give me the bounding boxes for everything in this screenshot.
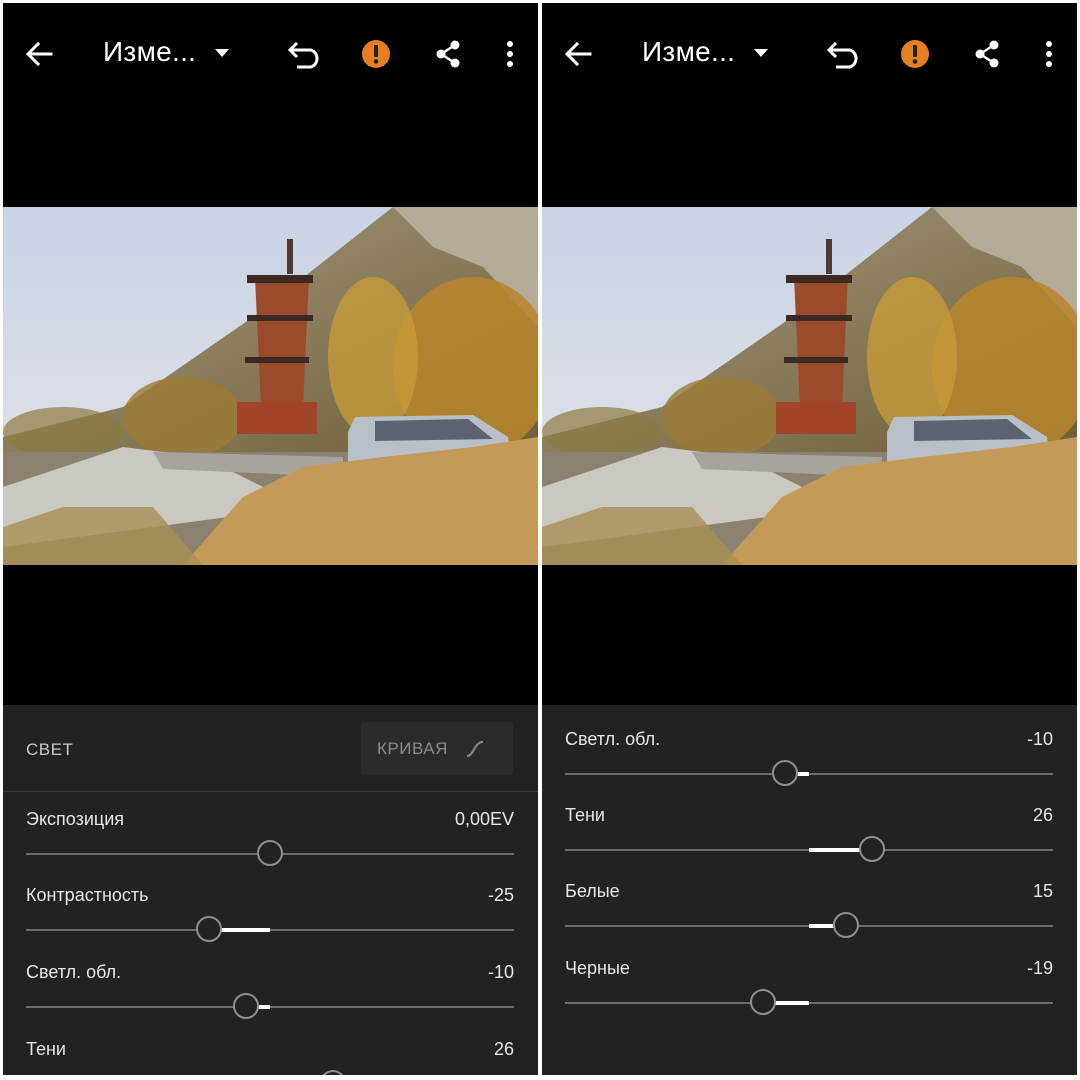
caret-down-icon[interactable] [215, 49, 229, 57]
highlights-slider[interactable]: Светл. обл. -10 [26, 962, 514, 1024]
photo-image [542, 207, 1077, 565]
arrow-left-icon[interactable] [564, 41, 592, 67]
slider-track[interactable] [565, 831, 1053, 867]
slider-track[interactable] [565, 907, 1053, 943]
more-vert-icon[interactable] [505, 40, 515, 68]
slider-value: 26 [1032, 805, 1053, 825]
light-panel: Светл. обл. -10 Тени 26 Белые 15 Черные … [542, 705, 1077, 1075]
slider-label: Светл. обл. [565, 729, 661, 749]
top-bar: Изме... [542, 3, 1077, 103]
share-icon[interactable] [435, 40, 461, 68]
photo-image [3, 207, 538, 565]
slider-label: Черные [565, 958, 630, 978]
undo-icon[interactable] [826, 39, 864, 69]
undo-icon[interactable] [287, 39, 325, 69]
curve-icon [466, 741, 484, 757]
slider-track[interactable] [565, 984, 1053, 1020]
slider-value: -10 [487, 962, 514, 982]
slider-thumb[interactable] [827, 907, 864, 943]
section-title: СВЕТ [26, 740, 74, 759]
top-bar: Изме... [3, 3, 538, 103]
slider-track[interactable] [565, 755, 1053, 791]
slider-track[interactable] [26, 835, 514, 871]
highlights-slider[interactable]: Светл. обл. -10 [565, 729, 1053, 791]
slider-value: -19 [1026, 958, 1053, 978]
slider-value: -25 [487, 885, 514, 905]
slider-label: Контрастность [26, 885, 149, 905]
slider-label: Тени [565, 805, 605, 825]
slider-label: Экспозиция [26, 809, 124, 829]
slider-value: 0,00EV [454, 809, 514, 829]
screen-right: Изме... Светл. обл. -10 Тени 26 Белые 15… [542, 3, 1077, 1075]
screen-title[interactable]: Изме... [642, 36, 735, 68]
more-vert-icon[interactable] [1044, 40, 1054, 68]
shadows-slider[interactable]: Тени 26 [565, 805, 1053, 867]
slider-thumb[interactable] [744, 984, 781, 1020]
slider-thumb[interactable] [227, 988, 264, 1024]
slider-label: Светл. обл. [26, 962, 122, 982]
slider-value: 15 [1032, 881, 1053, 901]
slider-thumb[interactable] [252, 835, 288, 871]
slider-thumb[interactable] [766, 755, 803, 791]
contrast-slider[interactable]: Контрастность -25 [26, 885, 514, 947]
curve-button[interactable]: КРИВАЯ [361, 722, 513, 775]
screen-left: Изме... СВЕТ КРИВАЯ Экспозиция 0,00EV Ко… [3, 3, 538, 1075]
exposure-slider[interactable]: Экспозиция 0,00EV [26, 809, 514, 871]
share-icon[interactable] [974, 40, 1000, 68]
slider-thumb[interactable] [854, 831, 891, 867]
whites-slider[interactable]: Белые 15 [565, 881, 1053, 943]
photo-preview[interactable] [542, 207, 1077, 565]
shadows-slider[interactable]: Тени 26 [26, 1039, 514, 1075]
slider-thumb[interactable] [191, 911, 227, 947]
warning-icon[interactable] [900, 39, 930, 69]
slider-label: Белые [565, 881, 620, 901]
slider-thumb[interactable] [315, 1065, 352, 1075]
screen-title[interactable]: Изме... [103, 36, 196, 68]
warning-icon[interactable] [361, 39, 391, 69]
divider [3, 791, 538, 792]
section-header: СВЕТ КРИВАЯ [3, 705, 538, 791]
curve-button-label: КРИВАЯ [377, 739, 448, 758]
slider-label: Тени [26, 1039, 66, 1059]
arrow-left-icon[interactable] [25, 41, 53, 67]
photo-preview[interactable] [3, 207, 538, 565]
slider-value: -10 [1026, 729, 1053, 749]
blacks-slider[interactable]: Черные -19 [565, 958, 1053, 1020]
slider-track[interactable] [26, 988, 514, 1024]
slider-value: 26 [493, 1039, 514, 1059]
light-panel: СВЕТ КРИВАЯ Экспозиция 0,00EV Контрастно… [3, 705, 538, 1075]
caret-down-icon[interactable] [754, 49, 768, 57]
slider-track[interactable] [26, 911, 514, 947]
